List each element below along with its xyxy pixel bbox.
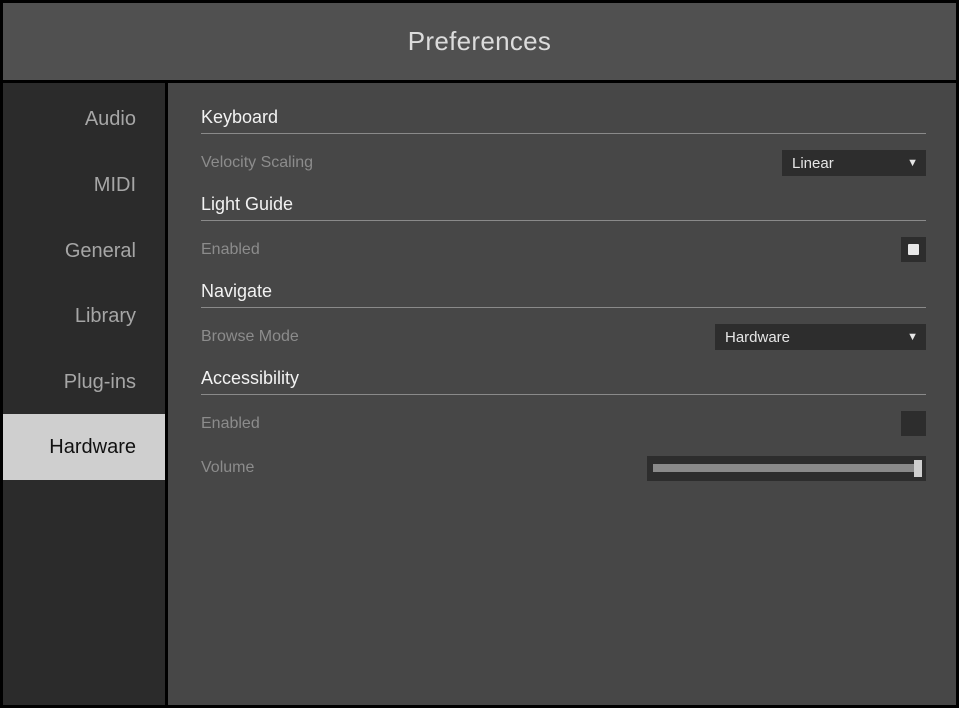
accessibility-enabled-checkbox[interactable] [901, 411, 926, 436]
browse-mode-dropdown[interactable]: Hardware ▼ [715, 324, 926, 350]
velocity-scaling-dropdown[interactable]: Linear ▼ [782, 150, 926, 176]
velocity-scaling-label: Velocity Scaling [201, 154, 314, 171]
volume-slider-fill [653, 464, 914, 472]
volume-slider-thumb[interactable] [914, 460, 922, 477]
sidebar-item-hardware[interactable]: Hardware [3, 414, 165, 480]
section-title-light-guide: Light Guide [201, 192, 926, 221]
window-title: Preferences [407, 26, 552, 56]
light-guide-enabled-checkbox[interactable] [901, 237, 926, 262]
velocity-scaling-value: Linear [792, 154, 834, 172]
accessibility-enabled-label: Enabled [201, 415, 260, 432]
volume-label: Volume [201, 459, 255, 476]
browse-mode-label: Browse Mode [201, 328, 299, 345]
triangle-down-icon: ▼ [907, 331, 918, 343]
sidebar-item-midi[interactable]: MIDI [3, 152, 165, 218]
hardware-settings-panel: Keyboard Velocity Scaling Linear ▼ Light… [168, 83, 956, 705]
title-bar: Preferences [3, 3, 956, 83]
check-square-icon [908, 244, 919, 255]
sidebar-item-general[interactable]: General [3, 218, 165, 284]
sidebar-item-audio[interactable]: Audio [3, 86, 165, 152]
sidebar-item-plug-ins[interactable]: Plug-ins [3, 349, 165, 415]
section-title-keyboard: Keyboard [201, 105, 926, 134]
section-title-accessibility: Accessibility [201, 366, 926, 395]
sidebar: Audio MIDI General Library Plug-ins Hard… [3, 83, 165, 705]
light-guide-enabled-label: Enabled [201, 241, 260, 258]
preferences-window: Preferences Audio MIDI General Library P… [3, 3, 956, 705]
section-title-navigate: Navigate [201, 279, 926, 308]
browse-mode-value: Hardware [725, 328, 791, 346]
volume-slider[interactable] [647, 456, 926, 481]
triangle-down-icon: ▼ [907, 157, 918, 169]
sidebar-item-library[interactable]: Library [3, 283, 165, 349]
